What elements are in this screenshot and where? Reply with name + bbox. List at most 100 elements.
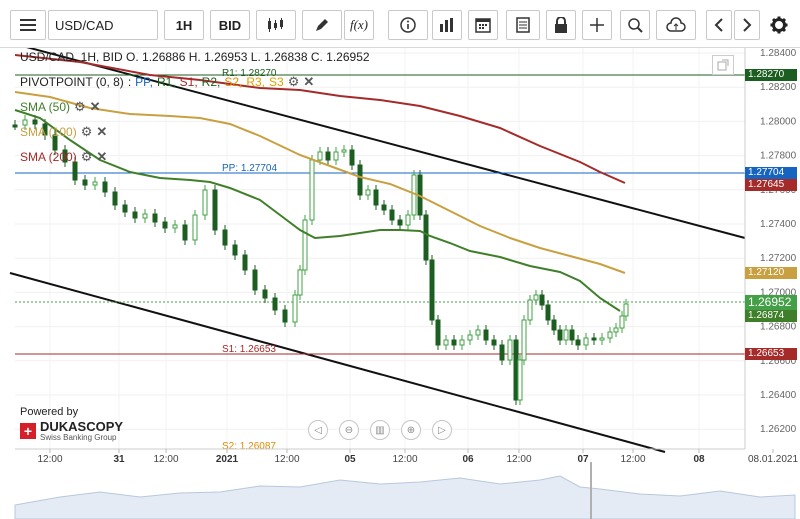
lock-button[interactable]	[546, 10, 576, 40]
dukascopy-logo[interactable]: + DUKASCOPY Swiss Banking Group	[20, 420, 123, 442]
candle-body[interactable]	[172, 224, 178, 229]
candle-body[interactable]	[459, 339, 465, 346]
candle-body[interactable]	[297, 269, 303, 296]
candle-body[interactable]	[212, 189, 218, 231]
candle-body[interactable]	[182, 224, 188, 241]
candle-body[interactable]	[557, 329, 563, 341]
nav-zoom-out-button[interactable]: ⊖	[339, 420, 359, 440]
candle-body[interactable]	[613, 327, 619, 333]
candle-body[interactable]	[443, 339, 449, 346]
candle-body[interactable]	[82, 179, 88, 186]
candle-body[interactable]	[202, 189, 208, 216]
crosshair-button[interactable]	[582, 10, 612, 40]
candle-body[interactable]	[619, 315, 625, 329]
candle-body[interactable]	[591, 337, 597, 341]
nav-reset-button[interactable]: ▥	[370, 420, 390, 440]
nav-zoom-in-button[interactable]: ⊕	[401, 420, 421, 440]
candle-body[interactable]	[569, 329, 575, 341]
candle-body[interactable]	[349, 149, 355, 166]
candle-body[interactable]	[381, 204, 387, 211]
candle-body[interactable]	[102, 181, 108, 193]
news-button[interactable]	[506, 10, 540, 40]
candle-body[interactable]	[435, 319, 441, 346]
close-icon[interactable]: ✕	[90, 99, 101, 115]
close-icon[interactable]: ✕	[96, 149, 107, 165]
info-button[interactable]	[388, 10, 428, 40]
candle-body[interactable]	[222, 229, 228, 246]
candle-body[interactable]	[551, 319, 557, 331]
candle-body[interactable]	[373, 189, 379, 206]
candle-body[interactable]	[451, 339, 457, 346]
candle-body[interactable]	[545, 304, 551, 321]
nav-scroll-right-button[interactable]: ▷	[432, 420, 452, 440]
candle-body[interactable]	[122, 204, 128, 213]
candle-body[interactable]	[517, 359, 523, 401]
candle-body[interactable]	[92, 181, 98, 186]
scroll-right-button[interactable]	[734, 10, 760, 40]
gear-icon[interactable]: ⚙	[74, 99, 86, 115]
candle-body[interactable]	[499, 344, 505, 361]
close-icon[interactable]: ✕	[96, 124, 107, 140]
fullscreen-button[interactable]	[712, 55, 734, 75]
candle-body[interactable]	[232, 244, 238, 256]
candle-body[interactable]	[292, 294, 298, 323]
candle-body[interactable]	[309, 159, 315, 221]
candle-body[interactable]	[521, 319, 527, 361]
candle-body[interactable]	[252, 269, 258, 291]
candle-body[interactable]	[132, 211, 138, 219]
candle-body[interactable]	[575, 339, 581, 346]
candle-body[interactable]	[475, 329, 481, 336]
bid-ask-button[interactable]: BID	[210, 10, 250, 40]
chart-type-button[interactable]	[256, 10, 296, 40]
candle-body[interactable]	[533, 294, 539, 301]
candle-body[interactable]	[162, 221, 168, 229]
indicators-button[interactable]: f(x)	[344, 10, 374, 40]
gear-icon[interactable]: ⚙	[288, 74, 300, 90]
candle-body[interactable]	[302, 219, 308, 271]
close-icon[interactable]: ✕	[303, 74, 314, 90]
candle-body[interactable]	[357, 164, 363, 196]
candle-body[interactable]	[429, 259, 435, 321]
candle-body[interactable]	[317, 151, 323, 161]
candle-body[interactable]	[12, 124, 18, 128]
draw-button[interactable]	[302, 10, 342, 40]
calendar-button[interactable]	[468, 10, 498, 40]
candle-body[interactable]	[152, 213, 158, 223]
candle-body[interactable]	[142, 213, 148, 219]
candle-body[interactable]	[405, 214, 411, 226]
zoom-button[interactable]	[620, 10, 650, 40]
candle-body[interactable]	[341, 149, 347, 153]
candle-body[interactable]	[467, 334, 473, 341]
symbol-selector[interactable]: USD/CAD	[48, 10, 158, 40]
nav-scroll-left-button[interactable]: ◁	[308, 420, 328, 440]
candle-body[interactable]	[365, 189, 371, 196]
timeframe-button[interactable]: 1H	[164, 10, 204, 40]
price-chart[interactable]: R1: 1.28270 PP: 1.27704 S1: 1.26653 S2: …	[0, 48, 800, 519]
navigator-handle[interactable]	[590, 462, 592, 519]
volume-button[interactable]	[432, 10, 462, 40]
candle-body[interactable]	[397, 219, 403, 226]
candle-body[interactable]	[583, 337, 589, 346]
candle-body[interactable]	[507, 339, 513, 361]
candle-body[interactable]	[282, 309, 288, 323]
candle-body[interactable]	[491, 339, 497, 346]
candle-body[interactable]	[527, 299, 533, 321]
candle-body[interactable]	[623, 303, 629, 317]
candle-body[interactable]	[262, 289, 268, 299]
candle-body[interactable]	[192, 214, 198, 241]
candle-body[interactable]	[325, 151, 331, 161]
candle-body[interactable]	[607, 331, 613, 339]
settings-button[interactable]	[764, 10, 794, 40]
candle-body[interactable]	[599, 337, 605, 341]
gear-icon[interactable]: ⚙	[81, 149, 93, 165]
menu-button[interactable]	[10, 10, 46, 40]
candle-body[interactable]	[112, 191, 118, 206]
candle-body[interactable]	[333, 151, 339, 161]
candle-body[interactable]	[539, 294, 545, 306]
candle-body[interactable]	[423, 214, 429, 261]
candle-body[interactable]	[483, 329, 489, 341]
scroll-left-button[interactable]	[706, 10, 732, 40]
candle-body[interactable]	[563, 329, 569, 341]
candle-body[interactable]	[242, 254, 248, 271]
gear-icon[interactable]: ⚙	[81, 124, 93, 140]
